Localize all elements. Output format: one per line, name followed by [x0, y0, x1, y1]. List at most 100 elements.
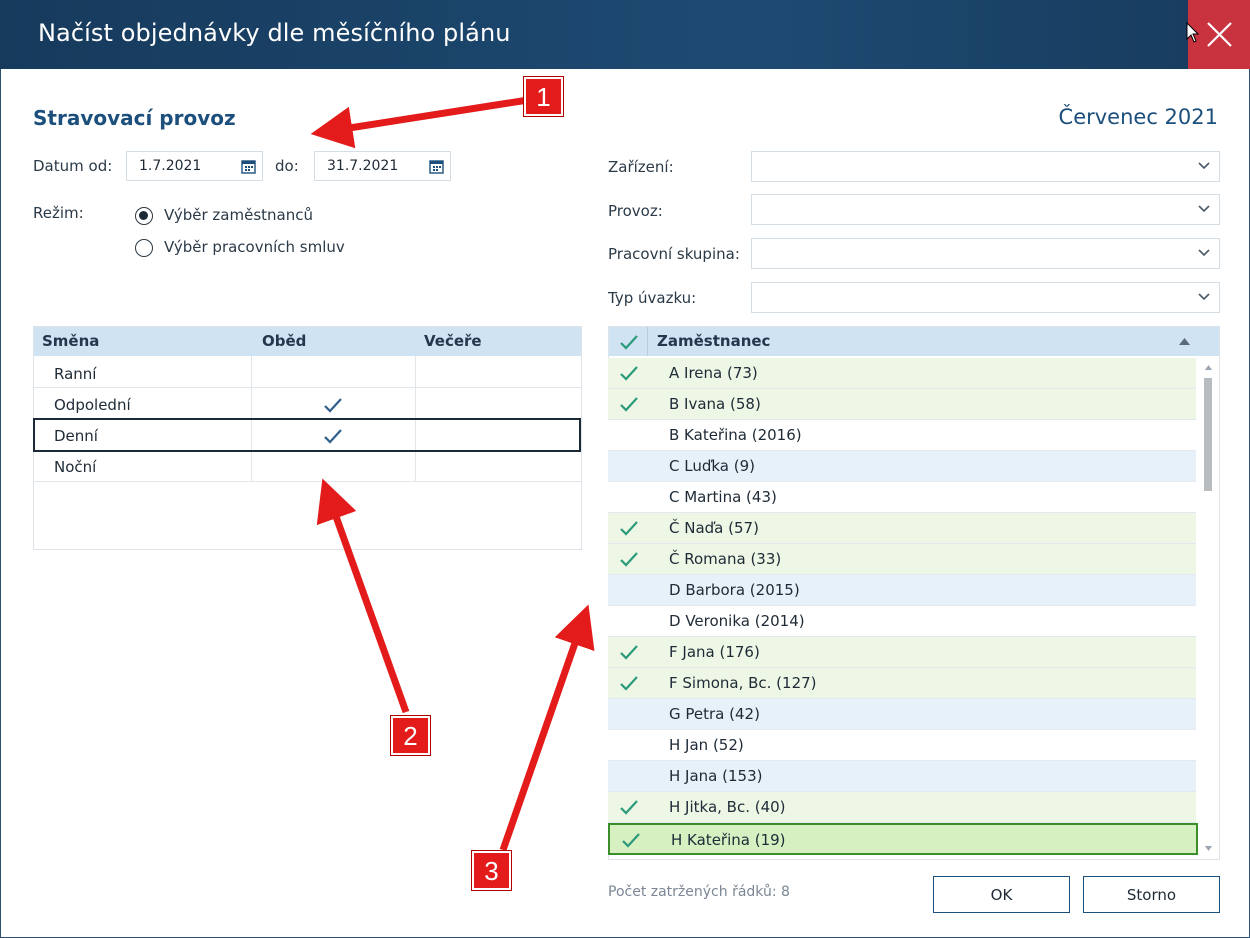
- check-icon[interactable]: [619, 551, 639, 567]
- check-icon[interactable]: [621, 832, 641, 848]
- employee-row[interactable]: D Barbora (2015): [608, 575, 1196, 606]
- employee-name: B Kateřina (2016): [669, 426, 802, 444]
- annotation-badge-3: 3: [472, 851, 511, 890]
- employee-row[interactable]: A Irena (73): [608, 358, 1196, 389]
- employee-name: H Jan (52): [669, 736, 744, 754]
- employee-name: F Jana (176): [669, 643, 760, 661]
- annotation-badge-1: 1: [524, 77, 563, 116]
- filter-label-uvazek: Typ úvazku:: [608, 289, 697, 307]
- window-title: Načíst objednávky dle měsíčního plánu: [38, 19, 511, 47]
- filter-label-skupina: Pracovní skupina:: [608, 245, 740, 263]
- filter-select-skupina[interactable]: [751, 238, 1220, 269]
- sort-ascending-icon[interactable]: [1179, 338, 1190, 345]
- employee-row[interactable]: D Veronika (2014): [608, 606, 1196, 637]
- chevron-down-icon: [1198, 249, 1210, 257]
- date-from-value: 1.7.2021: [139, 158, 202, 174]
- employees-header: Zaměstnanec: [609, 327, 1219, 356]
- check-icon[interactable]: [619, 396, 639, 412]
- filter-select-uvazek[interactable]: [751, 282, 1220, 313]
- chevron-down-icon: [1198, 293, 1210, 301]
- date-to-label: do:: [275, 157, 299, 175]
- employee-name: C Martina (43): [669, 488, 777, 506]
- date-to-input[interactable]: 31.7.2021: [314, 151, 451, 181]
- scroll-down-icon[interactable]: [1205, 846, 1212, 851]
- scrollbar[interactable]: [1199, 358, 1218, 858]
- employee-name: B Ivana (58): [669, 395, 761, 413]
- radio-dot: [139, 211, 148, 220]
- close-icon: [1207, 22, 1232, 47]
- scrollbar-thumb[interactable]: [1204, 378, 1212, 491]
- shift-row-denni[interactable]: Denní: [54, 427, 98, 445]
- chevron-down-icon: [1198, 162, 1210, 170]
- employee-row[interactable]: H Kateřina (19): [608, 823, 1198, 855]
- employee-row[interactable]: B Ivana (58): [608, 389, 1196, 420]
- check-icon[interactable]: [323, 397, 343, 413]
- check-icon[interactable]: [619, 365, 639, 381]
- employee-name: Č Naďa (57): [669, 519, 759, 537]
- employee-name: G Petra (42): [669, 705, 760, 723]
- title-bar: Načíst objednávky dle měsíčního plánu: [0, 0, 1250, 69]
- check-icon[interactable]: [619, 644, 639, 660]
- col-header-zamestnanec[interactable]: Zaměstnanec: [657, 332, 770, 350]
- employee-row[interactable]: Č Naďa (57): [608, 513, 1196, 544]
- employee-name: C Luďka (9): [669, 457, 755, 475]
- employee-row[interactable]: F Jana (176): [608, 637, 1196, 668]
- employee-name: H Jitka, Bc. (40): [669, 798, 786, 816]
- date-to-value: 31.7.2021: [327, 158, 399, 174]
- employee-row[interactable]: Č Romana (33): [608, 544, 1196, 575]
- employee-name: H Jana (153): [669, 767, 763, 785]
- col-header-obed[interactable]: Oběd: [262, 332, 306, 350]
- employee-row[interactable]: C Martina (43): [608, 482, 1196, 513]
- employee-name: D Barbora (2015): [669, 581, 800, 599]
- employee-row[interactable]: B Kateřina (2016): [608, 420, 1196, 451]
- radio-contracts-label[interactable]: Výběr pracovních smluv: [164, 238, 345, 256]
- col-header-smena[interactable]: Směna: [42, 332, 99, 350]
- employee-row[interactable]: H Jana (153): [608, 761, 1196, 792]
- annotation-badge-2: 2: [391, 716, 430, 755]
- employee-name: Č Romana (33): [669, 550, 782, 568]
- checked-count: Počet zatržených řádků: 8: [608, 884, 790, 900]
- check-icon[interactable]: [619, 520, 639, 536]
- employee-row[interactable]: G Petra (42): [608, 699, 1196, 730]
- check-icon[interactable]: [619, 675, 639, 691]
- shift-row-focus[interactable]: [33, 418, 581, 452]
- scroll-up-icon[interactable]: [1205, 365, 1212, 370]
- filter-label-provoz: Provoz:: [608, 202, 663, 220]
- employee-name: F Simona, Bc. (127): [669, 674, 817, 692]
- radio-employees[interactable]: [135, 207, 153, 225]
- employee-name: D Veronika (2014): [669, 612, 805, 630]
- mouse-cursor-icon: [1186, 22, 1200, 43]
- employee-name: H Kateřina (19): [671, 831, 786, 849]
- check-all-icon[interactable]: [619, 334, 639, 350]
- check-icon[interactable]: [323, 428, 343, 444]
- row-divider: [34, 481, 581, 482]
- employee-row[interactable]: H Jan (52): [608, 730, 1196, 761]
- col-header-vecere[interactable]: Večeře: [424, 332, 482, 350]
- date-from-label: Datum od:: [33, 157, 113, 175]
- employee-row[interactable]: H Jitka, Bc. (40): [608, 792, 1196, 823]
- check-icon[interactable]: [619, 799, 639, 815]
- shift-row-ranni[interactable]: Ranní: [54, 365, 96, 383]
- shifts-header: Směna Oběd Večeře: [34, 327, 581, 356]
- filter-select-provoz[interactable]: [751, 194, 1220, 225]
- mode-label: Režim:: [33, 204, 84, 222]
- section-title: Stravovací provoz: [33, 106, 236, 130]
- shift-row-odpoledni[interactable]: Odpolední: [54, 396, 131, 414]
- ok-button[interactable]: OK: [933, 876, 1070, 913]
- filter-select-zarizeni[interactable]: [751, 151, 1220, 182]
- employee-name: A Irena (73): [669, 364, 758, 382]
- chevron-down-icon: [1198, 205, 1210, 213]
- cancel-button[interactable]: Storno: [1083, 876, 1220, 913]
- shift-row-nocni[interactable]: Noční: [54, 458, 96, 476]
- radio-contracts[interactable]: [135, 239, 153, 257]
- radio-employees-label[interactable]: Výběr zaměstnanců: [164, 206, 313, 224]
- filter-label-zarizeni: Zařízení:: [608, 158, 674, 176]
- employee-row[interactable]: C Luďka (9): [608, 451, 1196, 482]
- calendar-icon[interactable]: [241, 159, 256, 174]
- month-label: Červenec 2021: [1058, 105, 1218, 129]
- row-divider: [34, 387, 581, 388]
- header-divider: [647, 327, 648, 356]
- date-from-input[interactable]: 1.7.2021: [126, 151, 263, 181]
- calendar-icon[interactable]: [429, 159, 444, 174]
- employee-row[interactable]: F Simona, Bc. (127): [608, 668, 1196, 699]
